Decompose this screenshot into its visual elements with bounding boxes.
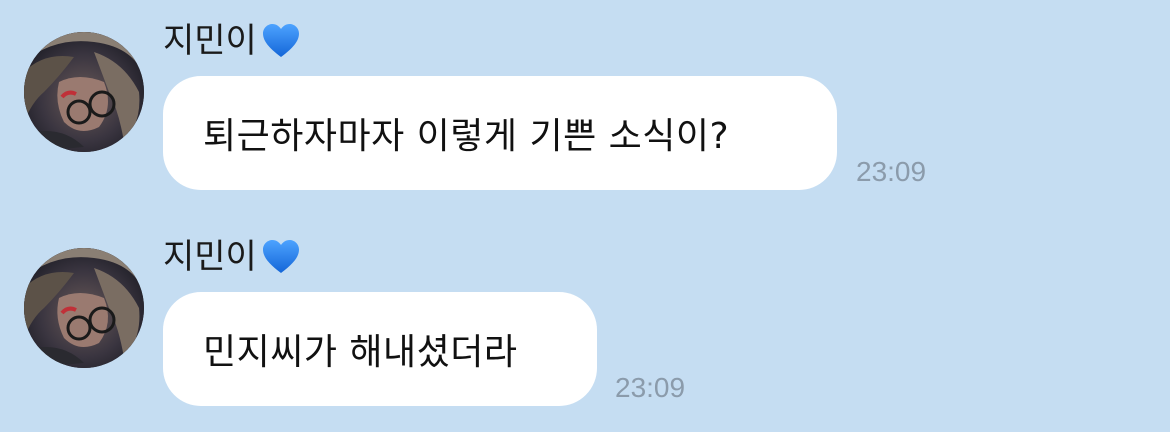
message-text: 퇴근하자마자 이렇게 기쁜 소식이? [203, 116, 730, 157]
sender-name: 지민이 [163, 21, 257, 61]
message-bubble[interactable]: 퇴근하자마자 이렇게 기쁜 소식이? [163, 76, 837, 190]
sender-name: 지민이 [163, 237, 257, 277]
sender-label: 지민이 [163, 234, 301, 280]
blue-heart-icon [262, 240, 299, 273]
blue-heart-icon [262, 24, 299, 57]
avatar-photo-icon [24, 32, 144, 152]
message-bubble[interactable]: 민지씨가 해내셨더라 [163, 292, 597, 406]
message-text: 민지씨가 해내셨더라 [203, 332, 518, 373]
avatar[interactable] [24, 32, 144, 152]
sender-label: 지민이 [163, 18, 301, 64]
avatar[interactable] [24, 248, 144, 368]
message-timestamp: 23:09 [615, 372, 686, 403]
avatar-photo-icon [24, 248, 144, 368]
message-timestamp: 23:09 [856, 156, 927, 187]
